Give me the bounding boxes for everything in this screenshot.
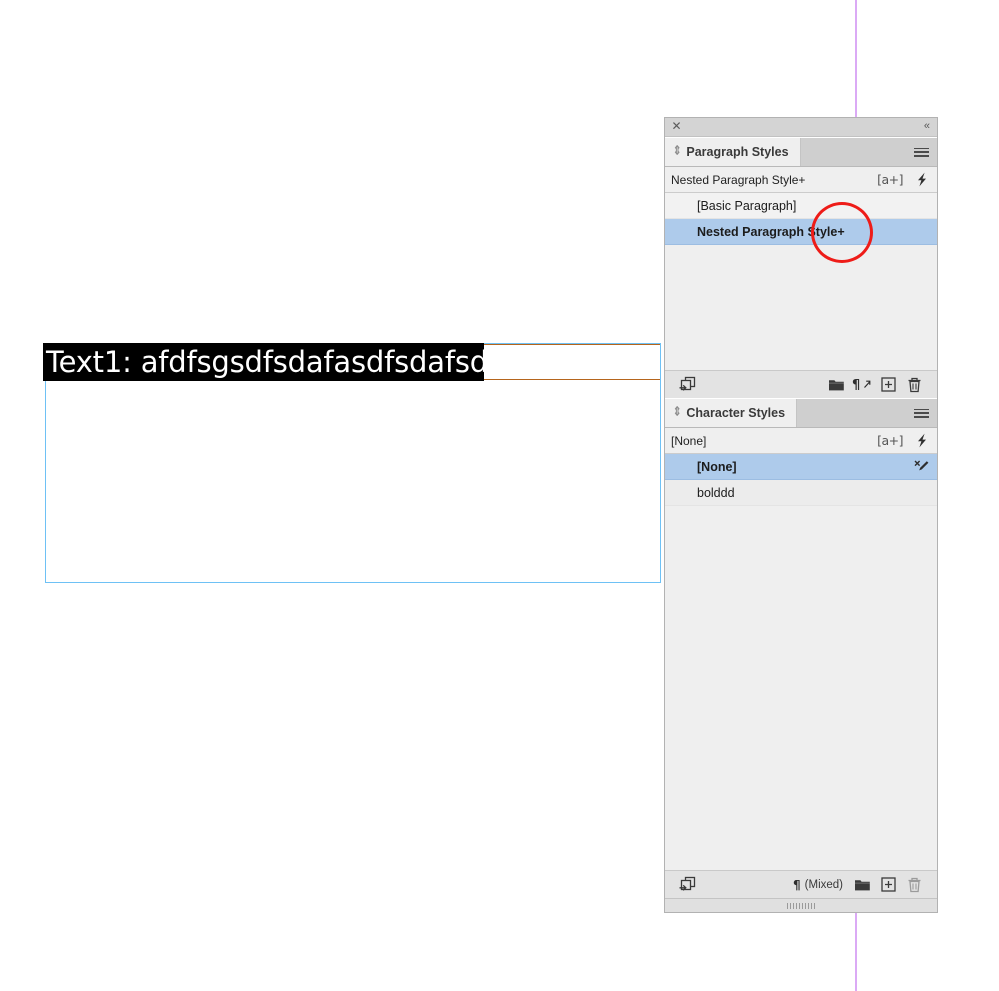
close-icon[interactable]: ✕ bbox=[671, 120, 682, 132]
hamburger-icon bbox=[913, 147, 929, 157]
load-styles-icon[interactable] bbox=[674, 874, 700, 896]
pilcrow-icon: ¶ bbox=[793, 877, 801, 892]
character-current-style-name: [None] bbox=[671, 433, 707, 448]
a-plus-icon[interactable]: [a+] bbox=[877, 172, 903, 187]
character-style-row-bolddd[interactable]: bolddd bbox=[665, 480, 937, 506]
text-selection-highlight[interactable]: Text1: afdfsgsdfsdafasdfsdafsda bbox=[43, 343, 506, 381]
character-styles-toolbar: ¶ (Mixed) bbox=[665, 870, 937, 898]
mixed-status-text: (Mixed) bbox=[804, 878, 843, 891]
style-row-label: [None] bbox=[697, 459, 737, 474]
character-styles-tabbar: ⇕ Character Styles bbox=[665, 399, 937, 428]
new-style-icon[interactable] bbox=[875, 874, 901, 896]
grip-lines-icon bbox=[787, 902, 815, 909]
paragraph-style-row-basic[interactable]: [Basic Paragraph] bbox=[665, 193, 937, 219]
character-style-row-none[interactable]: [None] bbox=[665, 454, 937, 480]
paragraph-styles-panel: ⇕ Paragraph Styles Nested Paragraph Styl… bbox=[665, 137, 937, 398]
new-style-group-icon[interactable] bbox=[823, 374, 849, 396]
clear-overrides-icon[interactable]: ¶ bbox=[849, 374, 875, 396]
tab-paragraph-styles[interactable]: ⇕ Paragraph Styles bbox=[665, 138, 801, 166]
story-text: Text1: afdfsgsdfsdafasdfsdafsda bbox=[46, 344, 506, 379]
styles-panel-dock: ✕ « ⇕ Paragraph Styles Nested Paragraph … bbox=[664, 117, 938, 913]
dock-resize-grip[interactable] bbox=[665, 898, 937, 912]
load-styles-icon[interactable] bbox=[674, 374, 700, 396]
clear-overrides-bolt-icon[interactable] bbox=[915, 172, 929, 187]
character-styles-panel: ⇕ Character Styles [None] [a+] [None] bo… bbox=[665, 398, 937, 898]
a-plus-icon[interactable]: [a+] bbox=[877, 433, 903, 448]
quick-apply-pen-icon[interactable] bbox=[914, 460, 929, 474]
tab-paragraph-styles-label: Paragraph Styles bbox=[686, 145, 789, 159]
paragraph-styles-list[interactable]: [Basic Paragraph] Nested Paragraph Style… bbox=[665, 193, 937, 370]
delete-style-icon[interactable] bbox=[901, 374, 927, 396]
paragraph-style-row-nested[interactable]: Nested Paragraph Style+ bbox=[665, 219, 937, 245]
tab-character-styles[interactable]: ⇕ Character Styles bbox=[665, 399, 798, 427]
delete-style-icon[interactable] bbox=[901, 874, 927, 896]
paragraph-styles-toolbar: ¶ bbox=[665, 370, 937, 398]
collapse-panel-icon[interactable]: « bbox=[924, 120, 930, 132]
paragraph-styles-tabbar: ⇕ Paragraph Styles bbox=[665, 138, 937, 167]
character-styles-menu-button[interactable] bbox=[913, 399, 929, 427]
new-style-group-icon[interactable] bbox=[849, 874, 875, 896]
character-current-style-row: [None] [a+] bbox=[665, 428, 937, 454]
clear-overrides-bolt-icon[interactable] bbox=[915, 433, 929, 448]
mixed-status-label: ¶ (Mixed) bbox=[793, 878, 843, 892]
paragraph-styles-menu-button[interactable] bbox=[913, 138, 929, 166]
dock-titlebar: ✕ « bbox=[665, 118, 937, 137]
style-row-label: [Basic Paragraph] bbox=[697, 198, 797, 213]
tab-character-styles-label: Character Styles bbox=[686, 406, 786, 420]
character-styles-list[interactable]: [None] bolddd bbox=[665, 454, 937, 870]
style-row-label: bolddd bbox=[697, 485, 735, 500]
tab-grip-icon: ⇕ bbox=[673, 405, 682, 420]
hamburger-icon bbox=[913, 408, 929, 418]
paragraph-current-style-row: Nested Paragraph Style+ [a+] bbox=[665, 167, 937, 193]
new-style-icon[interactable] bbox=[875, 374, 901, 396]
style-row-label: Nested Paragraph Style+ bbox=[697, 224, 845, 239]
tab-grip-icon: ⇕ bbox=[673, 144, 682, 159]
svg-text:¶: ¶ bbox=[852, 378, 860, 392]
paragraph-current-style-name: Nested Paragraph Style+ bbox=[671, 172, 806, 187]
